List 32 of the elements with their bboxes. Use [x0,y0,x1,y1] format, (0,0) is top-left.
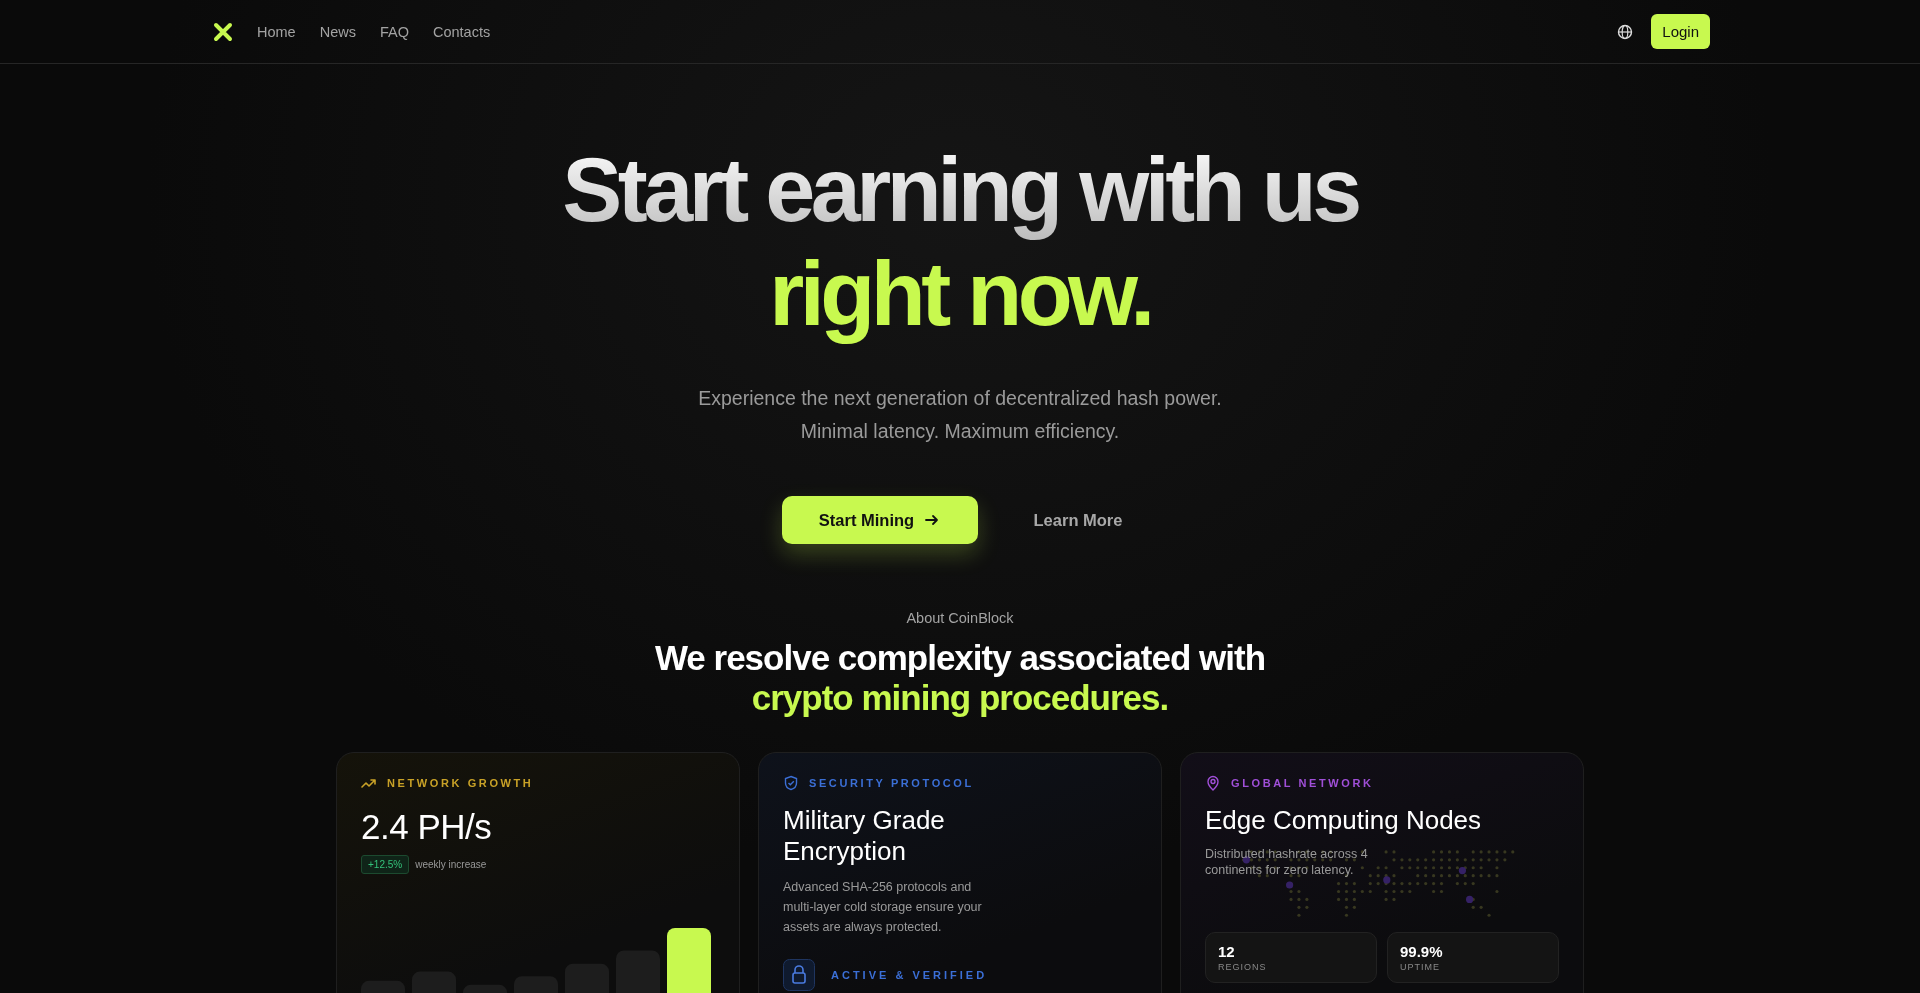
nav-link[interactable]: FAQ [379,23,409,40]
card-label: GLOBAL NETWORK [1231,777,1374,789]
hero-title-highlight: right now. [768,243,1152,346]
nav-link[interactable]: Home [257,23,296,40]
card-label: SECURITY PROTOCOL [809,777,974,789]
card-title: Edge Computing Nodes [1205,805,1483,836]
start-mining-button[interactable]: Start Mining [781,496,978,544]
section-eyebrow: About CoinBlock [905,610,1015,626]
hero-subtitle: Experience the next generation of decentralized hash power. [697,386,1223,411]
card-label: NETWORK GROWTH [387,777,534,789]
card-description: Distributed hashrate across 4 continents for zero latency. [1205,846,1369,878]
section-heading-highlight: crypto mining procedures. [750,678,1170,718]
login-button[interactable]: Login [1651,14,1710,49]
learn-more-button[interactable]: Learn More [1017,496,1139,544]
lock-icon [783,959,815,991]
stat-caption: REGIONS [1218,962,1268,972]
stat-caption: UPTIME [1400,962,1441,972]
hashrate-value: 2.4 PH/s [361,807,493,847]
growth-badge: +12.5% [361,855,410,874]
section-heading: We resolve complexity associated with [653,638,1267,678]
nav-link[interactable]: Contacts [432,23,491,40]
badge-note: weekly increase [415,859,487,870]
nav-link[interactable]: News [319,23,356,40]
hero-subtitle: Minimal latency. Maximum efficiency. [799,419,1121,444]
arrow-right-icon [924,512,941,528]
stat-value: 12 [1218,943,1236,960]
globe-icon[interactable] [1617,23,1634,40]
status-text: ACTIVE & VERIFIED [831,969,988,981]
card-description: Advanced SHA-256 protocols and multi-layer cold storage ensure your assets are always protected. [783,879,983,936]
stat-value: 99.9% [1400,943,1444,960]
card-title: Military Grade Encryption [783,805,946,867]
logo-icon[interactable] [213,21,233,42]
